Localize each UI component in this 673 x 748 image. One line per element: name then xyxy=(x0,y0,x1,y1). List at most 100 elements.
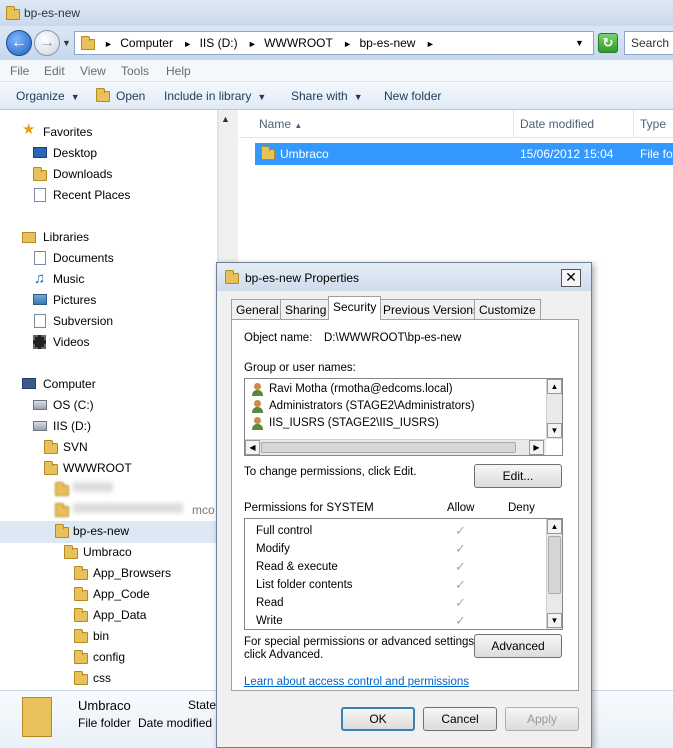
object-name-label: Object name: xyxy=(244,332,313,344)
command-bar: Organize ▼ Open Include in library ▼ Share… xyxy=(0,82,673,110)
ok-button[interactable]: OK xyxy=(341,707,415,731)
details-state-label: State xyxy=(188,698,217,712)
organize-button[interactable]: Organize ▼ xyxy=(16,89,80,103)
open-button[interactable]: Open xyxy=(96,88,145,103)
nav-libraries[interactable]: Libraries xyxy=(43,230,89,244)
chevron-icon[interactable]: ► xyxy=(183,39,192,49)
nav-computer[interactable]: Computer xyxy=(43,377,96,391)
user-item[interactable]: Administrators (STAGE2\Administrators) xyxy=(269,400,475,412)
scroll-up-icon[interactable]: ▲ xyxy=(547,379,562,394)
documents-icon xyxy=(34,251,46,265)
scroll-thumb[interactable] xyxy=(548,536,561,594)
nav-iis-d[interactable]: IIS (D:) xyxy=(53,419,91,433)
column-date-modified[interactable]: Date modified xyxy=(520,117,594,131)
chevron-icon[interactable]: ► xyxy=(104,39,113,49)
drive-icon xyxy=(33,421,47,431)
security-tab-panel: Object name: D:\WWWROOT\bp-es-new Group … xyxy=(231,319,579,691)
nav-os-c[interactable]: OS (C:) xyxy=(53,398,94,412)
permissions-vscrollbar[interactable]: ▲ ▼ xyxy=(546,519,562,629)
forward-button[interactable]: → xyxy=(34,30,60,56)
learn-more-link[interactable]: Learn about access control and permissio… xyxy=(244,676,469,688)
advanced-button[interactable]: Advanced xyxy=(474,634,562,658)
column-name[interactable]: Name ▲ xyxy=(259,117,302,131)
nav-css[interactable]: css xyxy=(93,671,111,685)
refresh-button[interactable]: ↻ xyxy=(598,33,618,53)
breadcrumb-bp-es-new[interactable]: bp-es-new xyxy=(359,36,415,50)
new-folder-button[interactable]: New folder xyxy=(384,89,441,103)
nav-bin[interactable]: bin xyxy=(93,629,109,643)
nav-bp-es-new[interactable]: bp-es-new xyxy=(73,524,129,538)
nav-svn[interactable]: SVN xyxy=(63,440,88,454)
folder-icon xyxy=(225,270,239,284)
chevron-icon[interactable]: ► xyxy=(343,39,352,49)
group-label: Group or user names: xyxy=(244,362,356,374)
tab-sharing[interactable]: Sharing xyxy=(280,299,332,319)
scroll-down-icon[interactable]: ▼ xyxy=(547,613,562,628)
nav-pictures[interactable]: Pictures xyxy=(53,293,96,307)
column-divider[interactable] xyxy=(633,110,634,138)
scroll-right-icon[interactable]: ▶ xyxy=(529,440,544,455)
scroll-left-icon[interactable]: ◀ xyxy=(245,440,260,455)
users-vscrollbar[interactable]: ▲ ▼ xyxy=(546,379,562,439)
scroll-down-icon[interactable]: ▼ xyxy=(547,423,562,438)
permissions-listbox[interactable]: Full control ✓ Modify ✓ Read & execute ✓… xyxy=(244,518,563,630)
allow-check-icon: ✓ xyxy=(455,541,466,556)
column-divider[interactable] xyxy=(513,110,514,138)
permission-item: Read & execute xyxy=(256,561,338,573)
tab-general[interactable]: General xyxy=(231,299,284,319)
folder-icon xyxy=(55,482,69,496)
address-bar[interactable]: ► Computer ► IIS (D:) ► WWWROOT ► bp-es-… xyxy=(74,31,594,55)
recent-pages-dropdown-icon[interactable]: ▼ xyxy=(62,38,71,48)
folder-icon xyxy=(64,545,78,559)
nav-config[interactable]: config xyxy=(93,650,125,664)
breadcrumb-iis-d[interactable]: IIS (D:) xyxy=(200,36,238,50)
tab-customize[interactable]: Customize xyxy=(474,299,541,319)
nav-recent-places[interactable]: Recent Places xyxy=(53,188,130,202)
breadcrumb-wwwroot[interactable]: WWWROOT xyxy=(264,36,333,50)
user-item[interactable]: IIS_IUSRS (STAGE2\IIS_IUSRS) xyxy=(269,417,439,429)
special-permissions-text-2: click Advanced. xyxy=(244,649,324,661)
share-label: Share with xyxy=(291,89,348,103)
tab-previous-versions[interactable]: Previous Versions xyxy=(378,299,485,319)
users-hscrollbar[interactable]: ◀ ▶ xyxy=(245,439,546,455)
close-button[interactable]: ✕ xyxy=(561,269,581,287)
back-button[interactable]: ← xyxy=(6,30,32,56)
nav-videos[interactable]: Videos xyxy=(53,335,89,349)
nav-subversion[interactable]: Subversion xyxy=(53,314,113,328)
column-type[interactable]: Type xyxy=(640,117,666,131)
menu-tools[interactable]: Tools xyxy=(121,64,149,78)
chevron-icon[interactable]: ► xyxy=(248,39,257,49)
tab-security[interactable]: Security xyxy=(328,296,382,320)
nav-app-browsers[interactable]: App_Browsers xyxy=(93,566,171,580)
scroll-thumb[interactable] xyxy=(261,442,516,453)
menu-file[interactable]: File xyxy=(10,64,29,78)
nav-documents[interactable]: Documents xyxy=(53,251,114,265)
search-input[interactable]: Search b xyxy=(624,31,673,55)
nav-app-code[interactable]: App_Code xyxy=(93,587,150,601)
address-dropdown-icon[interactable]: ▼ xyxy=(575,38,584,48)
user-item[interactable]: Ravi Motha (rmotha@edcoms.local) xyxy=(269,383,453,395)
menu-view[interactable]: View xyxy=(80,64,106,78)
users-listbox[interactable]: Ravi Motha (rmotha@edcoms.local) Adminis… xyxy=(244,378,563,456)
nav-favorites[interactable]: Favorites xyxy=(43,125,92,139)
nav-music[interactable]: Music xyxy=(53,272,84,286)
share-with-button[interactable]: Share with ▼ xyxy=(291,89,363,103)
nav-app-data[interactable]: App_Data xyxy=(93,608,146,622)
menu-edit[interactable]: Edit xyxy=(44,64,65,78)
scroll-up-icon[interactable]: ▲ xyxy=(547,519,562,534)
nav-downloads[interactable]: Downloads xyxy=(53,167,112,181)
edit-button[interactable]: Edit... xyxy=(474,464,562,488)
nav-desktop[interactable]: Desktop xyxy=(53,146,97,160)
chevron-icon[interactable]: ► xyxy=(426,39,435,49)
scroll-up-icon[interactable]: ▲ xyxy=(221,114,230,124)
apply-button[interactable]: Apply xyxy=(505,707,579,731)
nav-umbraco[interactable]: Umbraco xyxy=(83,545,132,559)
cancel-button[interactable]: Cancel xyxy=(423,707,497,731)
breadcrumb-computer[interactable]: Computer xyxy=(120,36,173,50)
include-in-library-button[interactable]: Include in library ▼ xyxy=(164,89,266,103)
nav-wwwroot[interactable]: WWWROOT xyxy=(63,461,132,475)
file-row[interactable]: Umbraco 15/06/2012 15:04 File fol xyxy=(255,143,673,165)
navigation-pane: ★ Favorites Desktop Downloads Recent Pla… xyxy=(0,110,218,690)
menu-help[interactable]: Help xyxy=(166,64,191,78)
nav-scrollbar[interactable]: ▲ xyxy=(218,110,238,270)
